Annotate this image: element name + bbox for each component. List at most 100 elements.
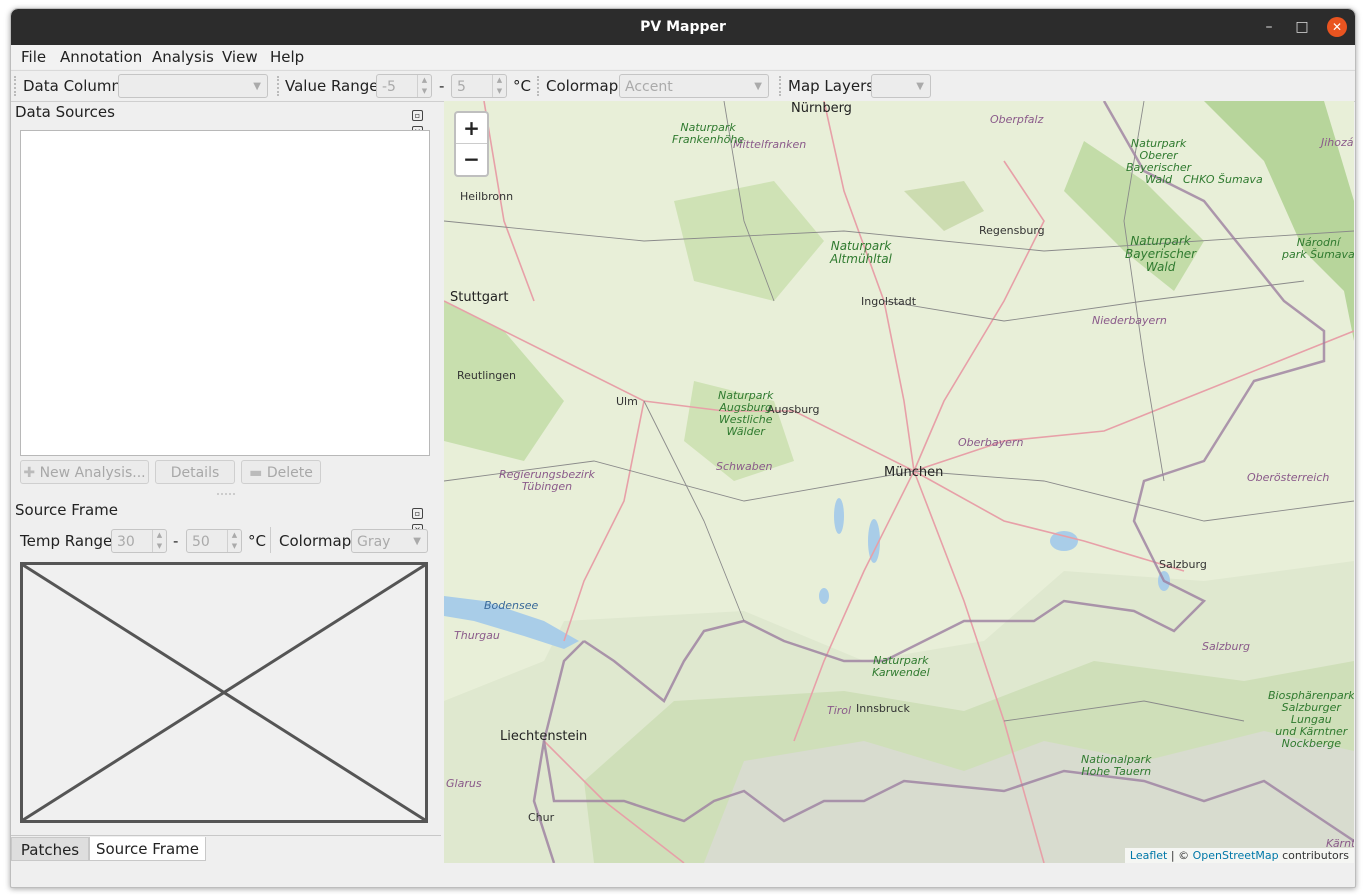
toolbar-grip[interactable] [779,76,784,96]
map-label-biosphere: Biosphärenpark Salzburger Lungau und Kärntn… [1268,689,1354,750]
unit-label: °C [513,77,531,95]
map-label: Chur [528,811,555,824]
map-label-np-hohe-tauern: Nationalpark Hohe Tauern [1081,753,1152,778]
tab-source-frame[interactable]: Source Frame [89,837,206,861]
spin-arrows-icon[interactable]: ▲ ▼ [227,530,241,552]
close-icon[interactable]: ✕ [1327,17,1347,37]
map-label: Augsburg [767,403,820,416]
map-label-np-augsburg: Naturpark Augsburg Westliche Wälder [718,389,774,438]
details-button[interactable]: Details [155,460,235,484]
minimize-icon[interactable]: – [1259,17,1279,37]
menu-annotation[interactable]: Annotation [60,48,142,66]
spin-arrows-icon[interactable]: ▲ ▼ [492,75,506,97]
map-label-np-karwendel: Naturpark Karwendel [872,654,930,679]
map-label: Thurgau [454,629,500,642]
map-label: Niederbayern [1092,314,1167,327]
map-label: Regensburg [979,224,1045,237]
chevron-down-icon: ▼ [916,81,924,92]
float-icon[interactable]: ▫ [412,508,423,519]
map-layers-label: Map Layers [788,77,875,95]
map-layers-select[interactable]: ▼ [871,74,931,98]
map-label: Heilbronn [460,190,514,203]
map-label: Oberpfalz [990,113,1044,126]
map-label: Innsbruck [856,702,910,715]
value-range-label: Value Range [285,77,379,95]
empty-image-icon [22,563,426,822]
range-separator: - [439,77,445,95]
map-label: Schwaben [716,460,773,473]
spin-arrows-icon[interactable]: ▲ ▼ [152,530,166,552]
map-label: Oberbayern [958,436,1024,449]
zoom-control: + − [454,111,489,177]
chevron-down-icon: ▼ [754,81,762,92]
menu-file[interactable]: File [21,48,46,66]
chevron-down-icon: ▼ [413,536,421,547]
toolbar-grip[interactable] [277,76,282,96]
map-label: Ulm [616,395,638,408]
map-label: CHKO Šumava [1183,173,1263,186]
toolbar-grip[interactable] [14,76,19,96]
data-column-select[interactable]: ▼ [118,74,268,98]
source-frame-image-placeholder [20,562,428,823]
map-label: Salzburg [1202,640,1251,653]
map-label: Salzburg [1159,558,1207,571]
tab-patches[interactable]: Patches [11,837,89,861]
value-max-spinbox[interactable]: 5 ▲ ▼ [451,74,507,98]
temp-range-label: Temp Range [20,532,113,550]
temp-max-spinbox[interactable]: 50 ▲ ▼ [186,529,242,553]
spin-arrows-icon[interactable]: ▲ ▼ [417,75,431,97]
map-label: Jihozá [1321,136,1354,149]
bottom-tab-bar: Patches Source Frame [11,835,441,862]
colormap-label: Colormap [546,77,619,95]
map-view[interactable]: Nürnberg Mittelfranken Oberpfalz Heilbro… [444,101,1354,863]
colormap-select[interactable]: Accent ▼ [619,74,769,98]
unit-label: °C [248,532,266,550]
map-label: Glarus [446,777,482,790]
menu-bar: File Annotation Analysis View Help [11,45,1355,69]
float-icon[interactable]: ▫ [412,110,423,121]
value-min-spinbox[interactable]: -5 ▲ ▼ [376,74,432,98]
map-label-np-frankenhohe: Naturpark Frankenhöhe [672,121,745,146]
map-label: Bodensee [484,599,539,612]
osm-link[interactable]: OpenStreetMap [1193,849,1279,862]
menu-analysis[interactable]: Analysis [152,48,214,66]
map-label: Ingolstadt [861,295,917,308]
map-label: München [884,465,944,480]
map-label: Stuttgart [450,290,509,305]
leaflet-link[interactable]: Leaflet [1130,849,1167,862]
delete-button[interactable]: ▬ Delete [241,460,321,484]
map-label: Nürnberg [791,101,852,116]
chevron-down-icon: ▼ [253,81,261,92]
maximize-icon[interactable]: □ [1292,17,1312,37]
menu-help[interactable]: Help [270,48,304,66]
toolbar: Data Column ▼ Value Range -5 ▲ ▼ - 5 ▲ ▼ °… [11,70,1355,102]
map-label: Oberösterreich [1247,471,1330,484]
data-sources-list[interactable] [20,130,430,456]
map-label-np-sumava: Národní park Šumava [1282,236,1354,261]
menu-view[interactable]: View [222,48,258,66]
new-analysis-button[interactable]: ✚ New Analysis... [20,460,149,484]
data-column-label: Data Column [23,77,122,95]
plus-icon: ✚ [23,465,36,481]
zoom-in-button[interactable]: + [456,113,487,144]
splitter-handle[interactable] [217,493,235,495]
data-sources-title: Data Sources [15,103,115,121]
colormap-label: Colormap [279,532,352,550]
map-label: Tirol [827,704,852,717]
temp-min-spinbox[interactable]: 30 ▲ ▼ [111,529,167,553]
title-bar: PV Mapper – □ ✕ [11,9,1355,45]
source-colormap-select[interactable]: Gray ▼ [351,529,428,553]
map-label-np-altmuhltal: Naturpark Altmühltal [830,239,892,266]
separator [270,527,271,553]
map-label-np-bayerischer-wald: Naturpark Bayerischer Wald [1125,234,1197,274]
window-title: PV Mapper [640,19,726,35]
map-label-tubingen: Regierungsbezirk Tübingen [499,468,595,493]
dock-controls: ▫× [410,504,432,535]
zoom-out-button[interactable]: − [456,144,487,174]
toolbar-grip[interactable] [537,76,542,96]
map-label-np-oberer: Naturpark Oberer Bayerischer Wald [1126,137,1192,186]
map-attribution: Leaflet | © OpenStreetMap contributors [1124,848,1354,863]
source-frame-title: Source Frame [15,501,119,519]
map-label: Liechtenstein [500,729,588,744]
minus-icon: ▬ [249,465,263,481]
